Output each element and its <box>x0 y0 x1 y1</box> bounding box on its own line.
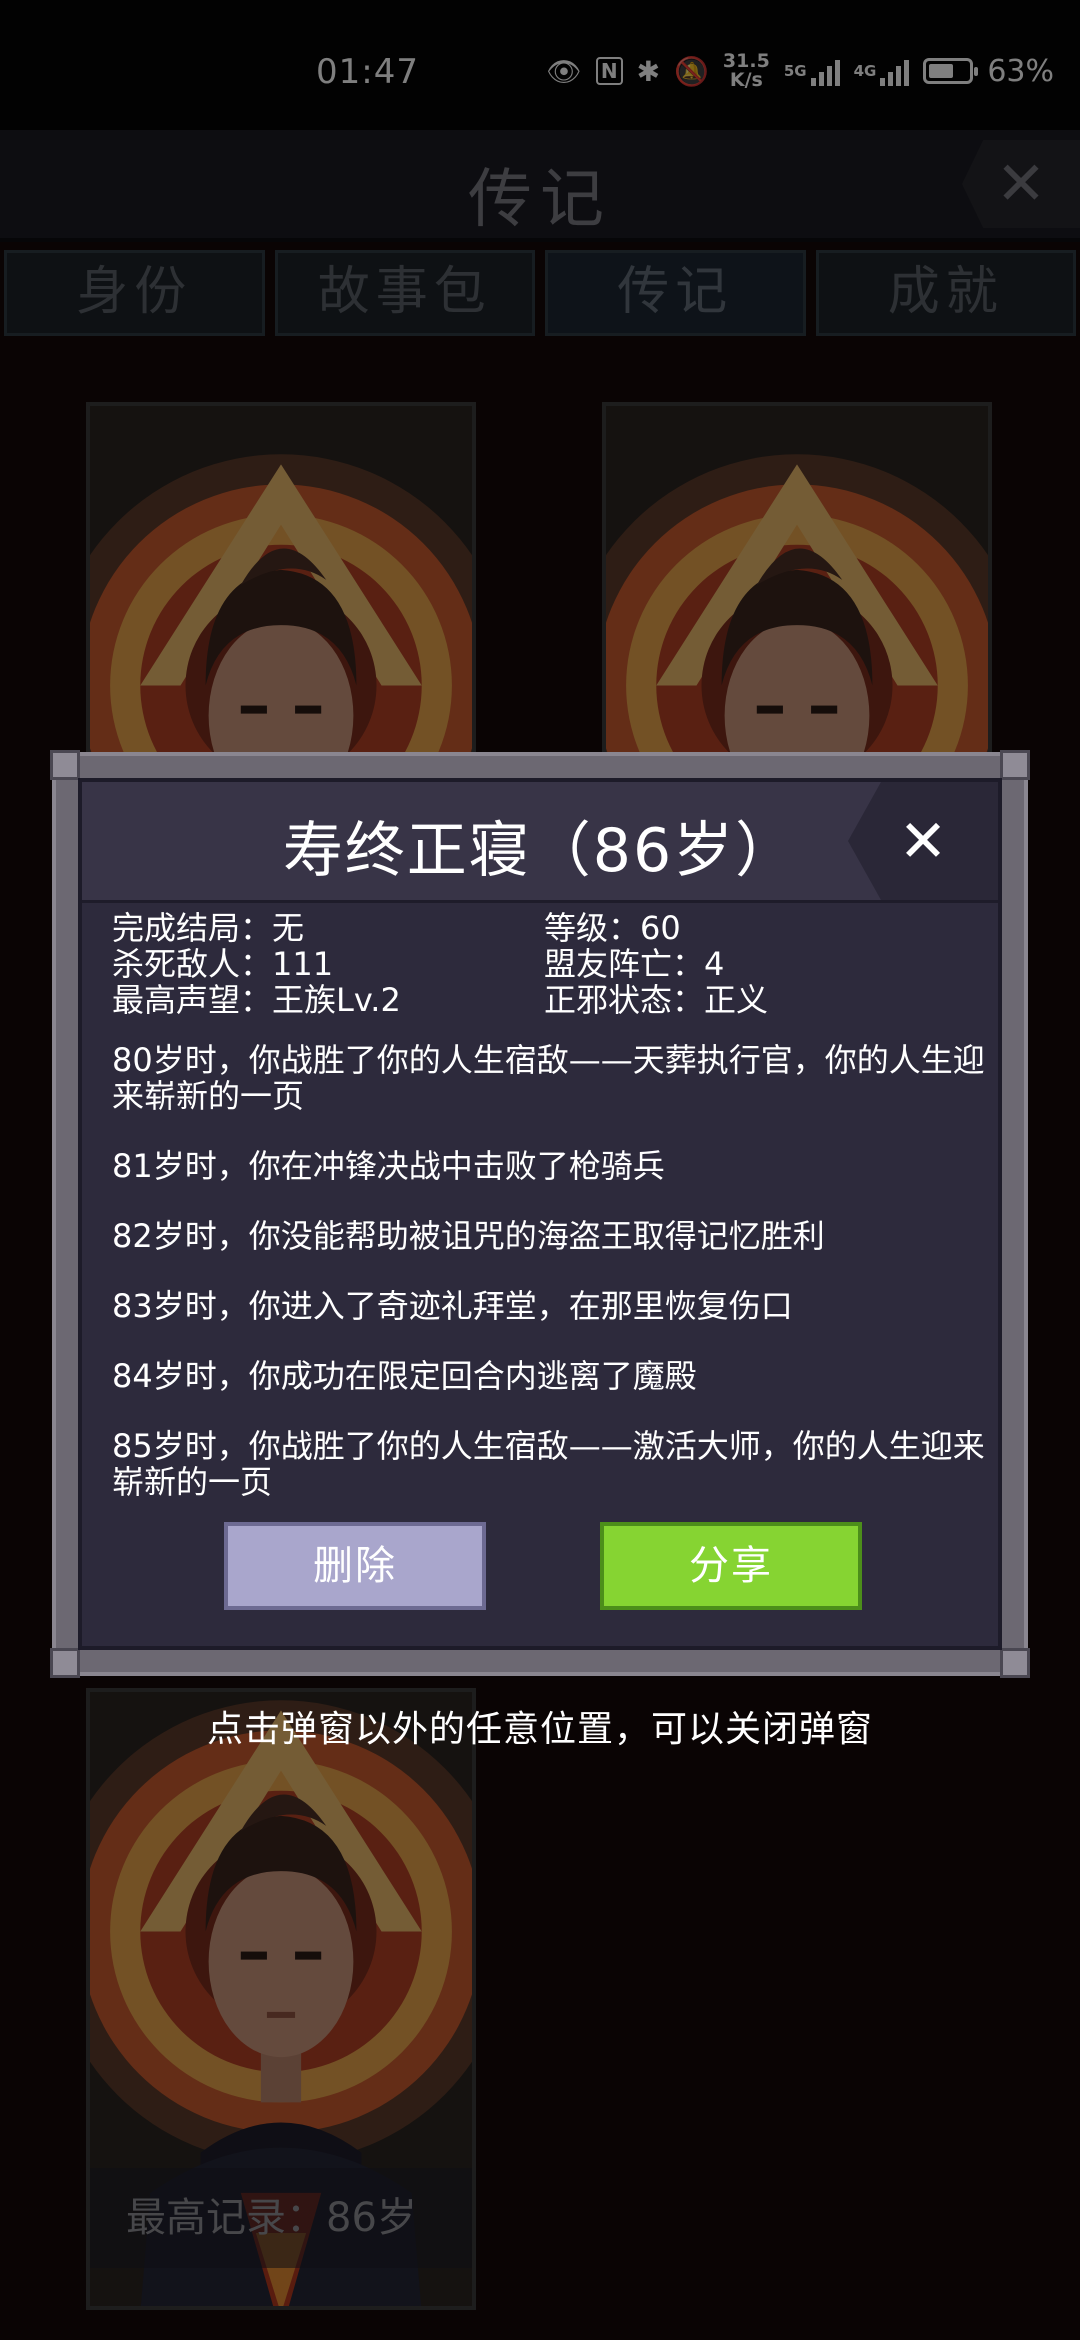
frame-corner <box>1000 1648 1030 1678</box>
event-list: 80岁时，你战胜了你的人生宿敌——天葬执行官，你的人生迎来崭新的一页 81岁时，… <box>112 1042 992 1534</box>
stat-kills: 杀死敌人：111 <box>112 945 334 983</box>
stat-alignment: 正邪状态：正义 <box>544 981 769 1019</box>
event-item: 84岁时，你成功在限定回合内逃离了魔殿 <box>112 1357 697 1395</box>
share-button[interactable]: 分享 <box>600 1522 862 1610</box>
event-item: 82岁时，你没能帮助被诅咒的海盗王取得记忆胜利 <box>112 1217 825 1255</box>
close-hint: 点击弹窗以外的任意位置，可以关闭弹窗 <box>206 1709 873 1750</box>
delete-button[interactable]: 删除 <box>224 1522 486 1610</box>
event-item: 81岁时，你在冲锋决战中击败了枪骑兵 <box>112 1147 665 1185</box>
stat-ending: 完成结局：无 <box>112 909 305 947</box>
stat-reputation: 最高声望：王族Lv.2 <box>112 981 401 1019</box>
event-item: 83岁时，你进入了奇迹礼拜堂，在那里恢复伤口 <box>112 1287 793 1325</box>
frame-corner <box>50 1648 80 1678</box>
dialog-header: 寿终正寝（86岁） ✕ <box>82 782 998 903</box>
stat-allies-lost: 盟友阵亡：4 <box>544 945 725 983</box>
stat-level: 等级：60 <box>544 909 681 947</box>
biography-dialog: 寿终正寝（86岁） ✕ 完成结局：无 等级：60 杀死敌人：111 盟友阵亡：4… <box>50 750 1030 1678</box>
event-item: 85岁时，你战胜了你的人生宿敌——激活大师，你的人生迎来崭新的一页 <box>112 1427 985 1501</box>
dialog-body: 寿终正寝（86岁） ✕ 完成结局：无 等级：60 杀死敌人：111 盟友阵亡：4… <box>78 778 1002 1650</box>
stats-grid: 完成结局：无 等级：60 杀死敌人：111 盟友阵亡：4 最高声望：王族Lv.2… <box>112 910 992 1018</box>
event-item: 80岁时，你战胜了你的人生宿敌——天葬执行官，你的人生迎来崭新的一页 <box>112 1041 985 1115</box>
frame-corner <box>1000 750 1030 780</box>
frame-corner <box>50 750 80 780</box>
